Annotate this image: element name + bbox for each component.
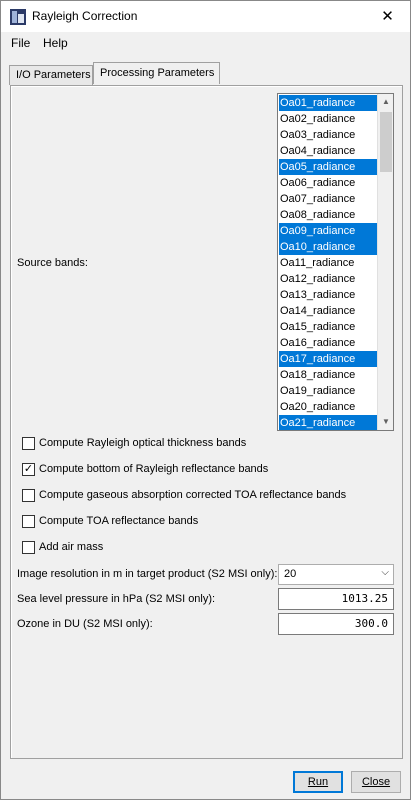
source-bands-list[interactable]: Oa01_radiance Oa02_radiance Oa03_radiance O… (277, 93, 394, 431)
list-item[interactable]: Oa11_radiance (279, 255, 377, 271)
checkbox-label: Compute Rayleigh optical thickness bands (39, 437, 247, 449)
list-item[interactable]: Oa16_radiance (279, 335, 377, 351)
list-item[interactable]: Oa15_radiance (279, 319, 377, 335)
rayleigh-correction-window: Rayleigh Correction ✕ File Help I/O Para… (0, 0, 411, 800)
list-item[interactable]: Oa03_radiance (279, 127, 377, 143)
checkbox-label: Compute gaseous absorption corrected TOA… (39, 489, 347, 501)
resolution-select[interactable]: 20 ⌵ (278, 564, 394, 585)
list-item[interactable]: Oa21_radiance (279, 415, 377, 430)
list-item[interactable]: Oa08_radiance (279, 207, 377, 223)
menu-help[interactable]: Help (43, 36, 68, 50)
source-bands-items: Oa01_radiance Oa02_radiance Oa03_radiance O… (279, 95, 377, 430)
run-button[interactable]: Run (293, 771, 343, 793)
source-bands-label: Source bands: (17, 257, 88, 269)
chevron-down-icon: ⌵ (381, 567, 389, 578)
checkbox-unchecked-icon[interactable] (22, 489, 35, 502)
checkbox-unchecked-icon[interactable] (22, 515, 35, 528)
list-item[interactable]: Oa06_radiance (279, 175, 377, 191)
checkbox-checked-icon[interactable]: ✓ (22, 463, 35, 476)
list-item[interactable]: Oa18_radiance (279, 367, 377, 383)
list-item[interactable]: Oa13_radiance (279, 287, 377, 303)
checkbox-unchecked-icon[interactable] (22, 541, 35, 554)
resolution-label: Image resolution in m in target product … (17, 568, 278, 580)
list-item[interactable]: Oa12_radiance (279, 271, 377, 287)
window-close-icon[interactable]: ✕ (365, 1, 410, 32)
menu-bar: File Help (1, 32, 410, 54)
list-item[interactable]: Oa10_radiance (279, 239, 377, 255)
window-title: Rayleigh Correction (32, 9, 138, 23)
list-item[interactable]: Oa04_radiance (279, 143, 377, 159)
list-item[interactable]: Oa20_radiance (279, 399, 377, 415)
list-item[interactable]: Oa17_radiance (279, 351, 377, 367)
close-button-label: Close (361, 776, 391, 788)
list-item[interactable]: Oa09_radiance (279, 223, 377, 239)
list-item[interactable]: Oa05_radiance (279, 159, 377, 175)
ozone-field[interactable]: 300.0 (278, 613, 394, 635)
sea-level-pressure-field[interactable]: 1013.25 (278, 588, 394, 610)
scroll-down-icon[interactable]: ▼ (378, 414, 393, 430)
checkbox-label: Compute TOA reflectance bands (39, 515, 199, 527)
list-item[interactable]: Oa07_radiance (279, 191, 377, 207)
list-item[interactable]: Oa02_radiance (279, 111, 377, 127)
tab-io-parameters[interactable]: I/O Parameters (9, 65, 93, 85)
checkbox-label: Add air mass (39, 541, 104, 553)
menu-file[interactable]: File (11, 36, 30, 50)
ozone-label: Ozone in DU (S2 MSI only): (17, 618, 153, 630)
run-button-label: Run (307, 776, 329, 788)
tab-processing-parameters[interactable]: Processing Parameters (93, 62, 220, 84)
list-item[interactable]: Oa19_radiance (279, 383, 377, 399)
checkbox-label: Compute bottom of Rayleigh reflectance b… (39, 463, 269, 475)
title-bar: Rayleigh Correction ✕ (1, 1, 410, 32)
snap-app-icon (10, 9, 26, 25)
checkbox-unchecked-icon[interactable] (22, 437, 35, 450)
close-button[interactable]: Close (351, 771, 401, 793)
resolution-value: 20 (284, 568, 297, 580)
list-item[interactable]: Oa01_radiance (279, 95, 377, 111)
pressure-label: Sea level pressure in hPa (S2 MSI only): (17, 593, 216, 605)
scroll-up-icon[interactable]: ▲ (378, 94, 393, 110)
list-scrollbar[interactable]: ▲ ▼ (377, 94, 393, 430)
scroll-thumb[interactable] (380, 112, 392, 172)
list-item[interactable]: Oa14_radiance (279, 303, 377, 319)
